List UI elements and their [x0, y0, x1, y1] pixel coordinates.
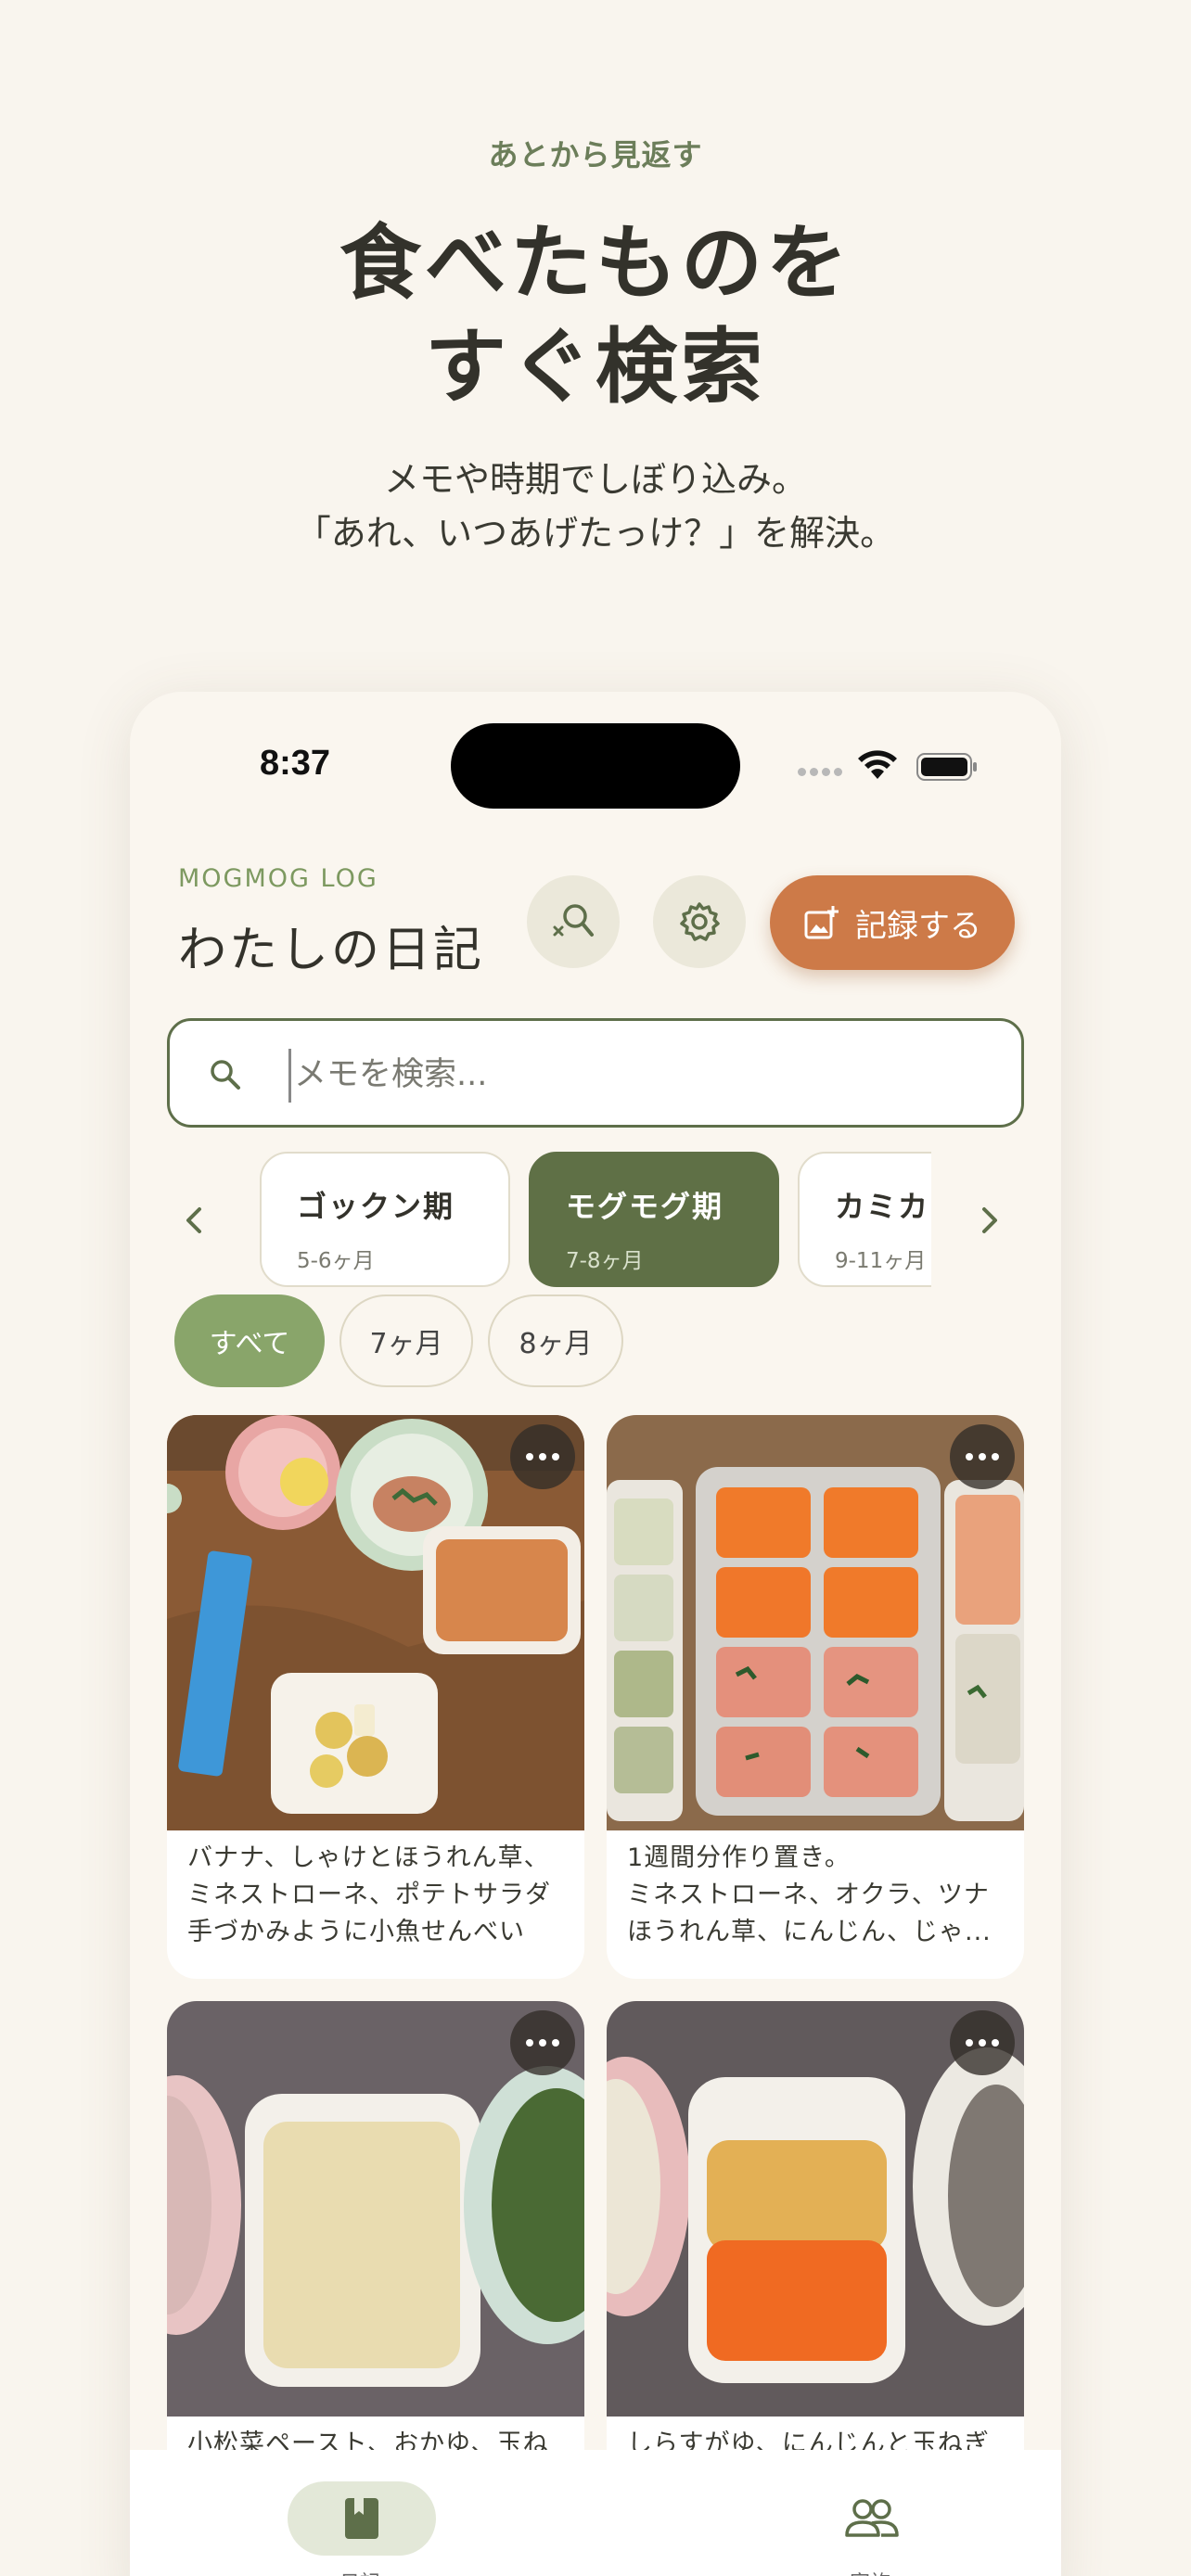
promo-title: 食べたものを すぐ検索 — [0, 211, 1191, 419]
cellular-signal-icon — [798, 768, 842, 776]
promo-subtitle: メモや時期でしぼり込み。 「あれ、いつあげたっけ？」を解決。 — [0, 453, 1191, 560]
stage-chip-gokkun[interactable]: ゴックン期 5-6ヶ月 — [260, 1152, 510, 1287]
settings-button[interactable] — [653, 875, 746, 968]
book-icon — [345, 2498, 378, 2539]
search-icon — [211, 1060, 240, 1090]
tab-diary-label: 日記 — [339, 2567, 380, 2576]
more-options-button[interactable] — [510, 2010, 575, 2075]
promo-title-line2: すぐ検索 — [424, 319, 766, 414]
chevron-left-icon[interactable] — [174, 1200, 215, 1241]
stage-name: モグモグ期 — [566, 1189, 724, 1224]
bottom-tab-bar: 日記 家族 — [130, 2450, 1061, 2576]
promo-subtitle-line1: メモや時期でしぼり込み。 — [383, 459, 807, 500]
search-field[interactable] — [167, 1018, 1024, 1128]
more-options-button[interactable] — [510, 1424, 575, 1489]
entry-card[interactable]: 1週間分作り置き。 ミネストローネ、オクラ、ツナ ほうれん草、にんじん、じゃ..… — [607, 1415, 1024, 1979]
stage-range: 5-6ヶ月 — [297, 1249, 375, 1273]
record-button-label: 記録する — [855, 907, 981, 945]
stage-carousel: ゴックン期 5-6ヶ月 モグモグ期 7-8ヶ月 カミカ 9-11ヶ月 — [260, 1152, 931, 1289]
search-clear-icon — [553, 904, 594, 937]
search-toggle-button[interactable] — [527, 875, 620, 968]
page-title: わたしの日記 — [178, 923, 485, 978]
wifi-icon — [858, 750, 897, 779]
more-options-button[interactable] — [950, 2010, 1015, 2075]
stage-name: ゴックン期 — [297, 1189, 455, 1224]
promo-subtitle-line2: 「あれ、いつあげたっけ？」を解決。 — [295, 513, 896, 554]
stage-range: 9-11ヶ月 — [835, 1249, 927, 1273]
tab-diary[interactable] — [288, 2481, 436, 2556]
phone-mockup: 8:37 MOGMOG LOG わたしの日記 記録する メモを検索... ゴック… — [130, 692, 1061, 2576]
gear-icon — [680, 902, 720, 941]
entry-memo: 1週間分作り置き。 ミネストローネ、オクラ、ツナ ほうれん草、にんじん、じゃ..… — [627, 1843, 992, 1946]
record-button[interactable]: 記録する — [770, 875, 1015, 970]
month-chip-all[interactable]: すべて — [174, 1294, 325, 1387]
entry-card[interactable]: バナナ、しゃけとほうれん草、 ミネストローネ、ポテトサラダ 手づかみように小魚せ… — [167, 1415, 584, 1979]
month-chip-7[interactable]: 7ヶ月 — [339, 1294, 473, 1387]
chevron-right-icon[interactable] — [968, 1200, 1009, 1241]
stage-name: カミカ — [835, 1189, 930, 1224]
stage-range: 7-8ヶ月 — [566, 1249, 644, 1273]
add-photo-icon — [804, 906, 839, 939]
promo-eyebrow: あとから見返す — [488, 137, 703, 172]
more-options-button[interactable] — [950, 1424, 1015, 1489]
battery-icon — [916, 753, 977, 781]
month-chip-8[interactable]: 8ヶ月 — [488, 1294, 623, 1387]
app-brand: MOGMOG LOG — [178, 864, 378, 893]
tab-family-label: 家族 — [850, 2567, 890, 2576]
status-time: 8:37 — [260, 744, 331, 783]
dynamic-island — [451, 723, 740, 809]
text-cursor — [288, 1049, 291, 1103]
people-icon — [845, 2499, 899, 2537]
tab-family[interactable] — [798, 2481, 946, 2556]
search-input[interactable] — [294, 1047, 943, 1103]
promo-title-line1: 食べたものを — [339, 215, 852, 311]
entry-memo: バナナ、しゃけとほうれん草、 ミネストローネ、ポテトサラダ 手づかみように小魚せ… — [187, 1843, 551, 1946]
stage-chip-kamikami[interactable]: カミカ 9-11ヶ月 — [798, 1152, 931, 1287]
stage-chip-mogumogu[interactable]: モグモグ期 7-8ヶ月 — [529, 1152, 779, 1287]
